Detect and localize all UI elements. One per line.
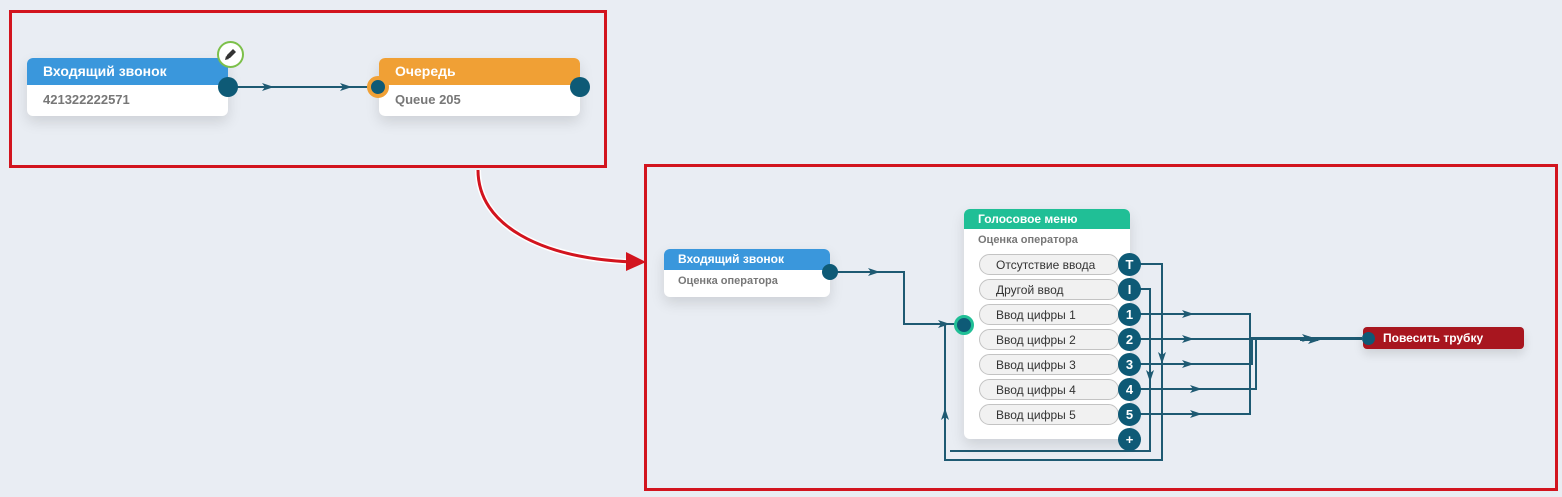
hangup-node[interactable]: Повесить трубку — [1363, 327, 1524, 349]
voice-menu-title: Голосовое меню — [964, 209, 1130, 229]
voice-menu-input-port[interactable] — [954, 315, 974, 335]
voice-menu-subtitle: Оценка оператора — [978, 234, 1078, 246]
incoming-call-node-after[interactable]: Входящий звонок Оценка оператора — [664, 249, 830, 297]
voice-menu-option-digit-3[interactable]: Ввод цифры 3 — [979, 354, 1119, 375]
option-port-no-input[interactable]: T — [1118, 253, 1141, 276]
incoming-call-node-before[interactable]: Входящий звонок 421322222571 — [27, 58, 228, 116]
incoming-call-number: 421322222571 — [43, 92, 130, 107]
queue-title: Очередь — [379, 58, 580, 85]
option-port-digit-4[interactable]: 4 — [1118, 378, 1141, 401]
option-port-digit-2[interactable]: 2 — [1118, 328, 1141, 351]
pencil-icon — [225, 49, 236, 60]
hangup-input-port[interactable] — [1362, 332, 1375, 345]
voice-menu-option-digit-2[interactable]: Ввод цифры 2 — [979, 329, 1119, 350]
incoming-call-title: Входящий звонок — [27, 58, 228, 85]
voice-menu-option-digit-4[interactable]: Ввод цифры 4 — [979, 379, 1119, 400]
voice-menu-option-other-input[interactable]: Другой ввод — [979, 279, 1119, 300]
edit-button[interactable] — [217, 41, 244, 68]
voice-menu-option-digit-5[interactable]: Ввод цифры 5 — [979, 404, 1119, 425]
queue-input-port[interactable] — [367, 76, 389, 98]
add-option-button[interactable]: + — [1118, 428, 1141, 451]
incoming-call-subtitle: Оценка оператора — [678, 275, 778, 287]
queue-output-port[interactable] — [570, 77, 590, 97]
option-port-digit-1[interactable]: 1 — [1118, 303, 1141, 326]
voice-menu-option-digit-1[interactable]: Ввод цифры 1 — [979, 304, 1119, 325]
option-port-digit-5[interactable]: 5 — [1118, 403, 1141, 426]
incoming-call-output-port[interactable] — [218, 77, 238, 97]
option-port-digit-3[interactable]: 3 — [1118, 353, 1141, 376]
incoming-call-output-port[interactable] — [822, 264, 838, 280]
queue-name: Queue 205 — [395, 92, 461, 107]
option-port-other-input[interactable]: I — [1118, 278, 1141, 301]
incoming-call-title: Входящий звонок — [664, 249, 830, 270]
voice-menu-option-no-input[interactable]: Отсутствие ввода — [979, 254, 1119, 275]
queue-node[interactable]: Очередь Queue 205 — [379, 58, 580, 116]
